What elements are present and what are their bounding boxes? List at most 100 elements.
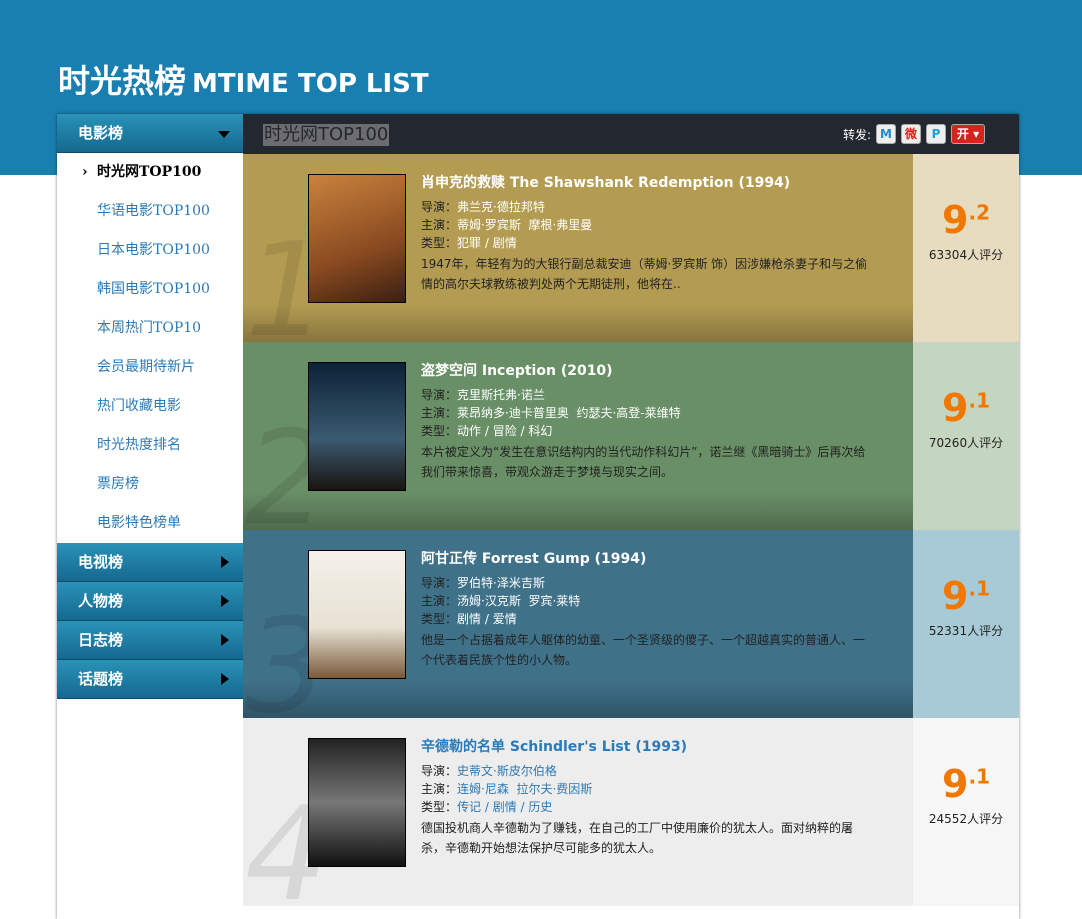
- cast-label: 主演：: [421, 406, 458, 420]
- sidebar-item-label: 本周热门TOP10: [97, 320, 202, 336]
- score-int: 9: [942, 574, 969, 618]
- director-link[interactable]: 克里斯托弗·诺兰: [457, 388, 545, 402]
- sidebar-item-label: 电影特色榜单: [97, 515, 181, 531]
- genre-label: 类型：: [421, 800, 458, 814]
- list-header: 时光网TOP100 转发: M 微 P 开 ▾: [243, 114, 1019, 154]
- sidebar-item-label: 热门收藏电影: [97, 398, 181, 414]
- movie-title[interactable]: 辛德勒的名单 Schindler's List (1993): [421, 738, 871, 756]
- share-p-icon[interactable]: P: [926, 124, 946, 144]
- genre-link[interactable]: 犯罪 / 剧情: [457, 236, 517, 250]
- director-link[interactable]: 罗伯特·泽米吉斯: [457, 576, 545, 590]
- sidebar-item[interactable]: 本周热门TOP10: [57, 309, 243, 348]
- category-label: 日志榜: [78, 631, 124, 649]
- genre-label: 类型：: [421, 424, 458, 438]
- sidebar-item[interactable]: 票房榜: [57, 465, 243, 504]
- share-kai-label: 开: [956, 127, 969, 141]
- movie-info: 阿甘正传 Forrest Gump (1994) 导演：罗伯特·泽米吉斯 主演：…: [421, 550, 871, 670]
- score-decimal: .1: [968, 764, 990, 789]
- share-bar: 转发: M 微 P 开 ▾: [843, 124, 985, 144]
- movie-title[interactable]: 阿甘正传 Forrest Gump (1994): [421, 550, 871, 568]
- page-title: 时光热榜 MTIME TOP LIST: [58, 56, 429, 102]
- genre-link[interactable]: 传记 / 剧情 / 历史: [457, 800, 552, 814]
- genre-label: 类型：: [421, 236, 458, 250]
- caret-down-icon: [218, 131, 230, 138]
- sidebar-item-label: 华语电影TOP100: [97, 203, 210, 219]
- share-m-icon[interactable]: M: [876, 124, 896, 144]
- score-box: 9.1 24552人评分: [913, 718, 1019, 906]
- share-label: 转发:: [842, 127, 871, 142]
- caret-right-icon: [221, 673, 229, 685]
- director-label: 导演：: [421, 764, 458, 778]
- movie-poster[interactable]: [308, 550, 406, 679]
- main-list: 时光网TOP100 转发: M 微 P 开 ▾ 1 肖申克的救赎 The Sha…: [243, 114, 1019, 919]
- sidebar-item[interactable]: 华语电影TOP100: [57, 192, 243, 231]
- movie-poster[interactable]: [308, 362, 406, 491]
- sidebar: 电影榜 › 时光网TOP100 华语电影TOP100 日本电影TOP100 韩国电影TO…: [57, 114, 243, 919]
- category-item[interactable]: 电视榜: [57, 543, 243, 582]
- category-movies[interactable]: 电影榜: [57, 114, 243, 153]
- cast-label: 主演：: [421, 594, 458, 608]
- movie-row: 1 肖申克的救赎 The Shawshank Redemption (1994)…: [243, 154, 1019, 342]
- movie-description: 本片被定义为“发生在意识结构内的当代动作科幻片”，诺兰继《黑暗骑士》后再次给我们…: [421, 445, 866, 479]
- score: 9.1: [913, 386, 1019, 430]
- director-label: 导演：: [421, 388, 458, 402]
- score: 9.2: [913, 198, 1019, 242]
- movie-poster[interactable]: [308, 738, 406, 867]
- cast-link[interactable]: 汤姆·汉克斯 罗宾·莱特: [457, 594, 580, 608]
- content-panel: 电影榜 › 时光网TOP100 华语电影TOP100 日本电影TOP100 韩国电影TO…: [57, 114, 1019, 919]
- sidebar-item[interactable]: 会员最期待新片: [57, 348, 243, 387]
- movie-description: 他是一个占据着成年人躯体的幼童、一个圣贤级的傻子、一个超越真实的普通人、一个代表…: [421, 633, 866, 667]
- cast-link[interactable]: 蒂姆·罗宾斯 摩根·弗里曼: [457, 218, 592, 232]
- score-int: 9: [942, 198, 969, 242]
- sidebar-item-label: 日本电影TOP100: [97, 242, 210, 258]
- category-item[interactable]: 日志榜: [57, 621, 243, 660]
- sidebar-item[interactable]: 日本电影TOP100: [57, 231, 243, 270]
- list-title: 时光网TOP100: [263, 124, 390, 146]
- genre-link[interactable]: 动作 / 冒险 / 科幻: [457, 424, 552, 438]
- score-int: 9: [942, 386, 969, 430]
- score-box: 9.2 63304人评分: [913, 154, 1019, 342]
- sidebar-item[interactable]: 时光热度排名: [57, 426, 243, 465]
- movie-row: 3 阿甘正传 Forrest Gump (1994) 导演：罗伯特·泽米吉斯 主…: [243, 530, 1019, 718]
- category-label: 电视榜: [78, 553, 124, 571]
- score: 9.1: [913, 762, 1019, 806]
- movie-description: 1947年，年轻有为的大银行副总裁安迪（蒂姆·罗宾斯 饰）因涉嫌枪杀妻子和与之偷…: [421, 257, 868, 291]
- category-item[interactable]: 话题榜: [57, 660, 243, 699]
- vote-count: 70260人评分: [928, 436, 1004, 450]
- cast-label: 主演：: [421, 218, 458, 232]
- share-weibo-icon[interactable]: 微: [901, 124, 921, 144]
- score-decimal: .1: [968, 388, 990, 413]
- share-more-icon[interactable]: 开 ▾: [951, 124, 985, 144]
- caret-right-icon: [221, 595, 229, 607]
- chevron-right-icon: ›: [82, 164, 88, 180]
- vote-count: 52331人评分: [928, 624, 1004, 638]
- title-en: MTIME TOP LIST: [192, 69, 429, 99]
- category-item[interactable]: 人物榜: [57, 582, 243, 621]
- movie-row: 2 盗梦空间 Inception (2010) 导演：克里斯托弗·诺兰 主演：莱…: [243, 342, 1019, 530]
- movie-title[interactable]: 肖申克的救赎 The Shawshank Redemption (1994): [421, 174, 871, 192]
- sidebar-item[interactable]: 韩国电影TOP100: [57, 270, 243, 309]
- score-decimal: .2: [968, 200, 990, 225]
- movie-description: 德国投机商人辛德勒为了赚钱，在自己的工厂中使用廉价的犹太人。面对纳粹的屠杀，辛德…: [421, 821, 854, 855]
- cast-label: 主演：: [421, 782, 458, 796]
- sidebar-item[interactable]: 电影特色榜单: [57, 504, 243, 543]
- movie-poster[interactable]: [308, 174, 406, 303]
- genre-link[interactable]: 剧情 / 爱情: [457, 612, 517, 626]
- sidebar-item-label: 票房榜: [97, 476, 139, 492]
- movie-title[interactable]: 盗梦空间 Inception (2010): [421, 362, 871, 380]
- genre-label: 类型：: [421, 612, 458, 626]
- movie-row: 4 辛德勒的名单 Schindler's List (1993) 导演：史蒂文·…: [243, 718, 1019, 906]
- caret-right-icon: [221, 634, 229, 646]
- director-link[interactable]: 史蒂文·斯皮尔伯格: [457, 764, 557, 778]
- cast-link[interactable]: 连姆·尼森 拉尔夫·费因斯: [457, 782, 592, 796]
- cast-link[interactable]: 莱昂纳多·迪卡普里奥 约瑟夫·高登-莱维特: [457, 406, 681, 420]
- sidebar-item[interactable]: › 时光网TOP100: [57, 153, 243, 192]
- category-label: 电影榜: [78, 124, 124, 142]
- director-link[interactable]: 弗兰克·德拉邦特: [457, 200, 545, 214]
- score-box: 9.1 70260人评分: [913, 342, 1019, 530]
- sidebar-item-label: 时光热度排名: [97, 437, 181, 453]
- category-label: 人物榜: [78, 592, 124, 610]
- score-box: 9.1 52331人评分: [913, 530, 1019, 718]
- movie-info: 盗梦空间 Inception (2010) 导演：克里斯托弗·诺兰 主演：莱昂纳…: [421, 362, 871, 482]
- sidebar-item[interactable]: 热门收藏电影: [57, 387, 243, 426]
